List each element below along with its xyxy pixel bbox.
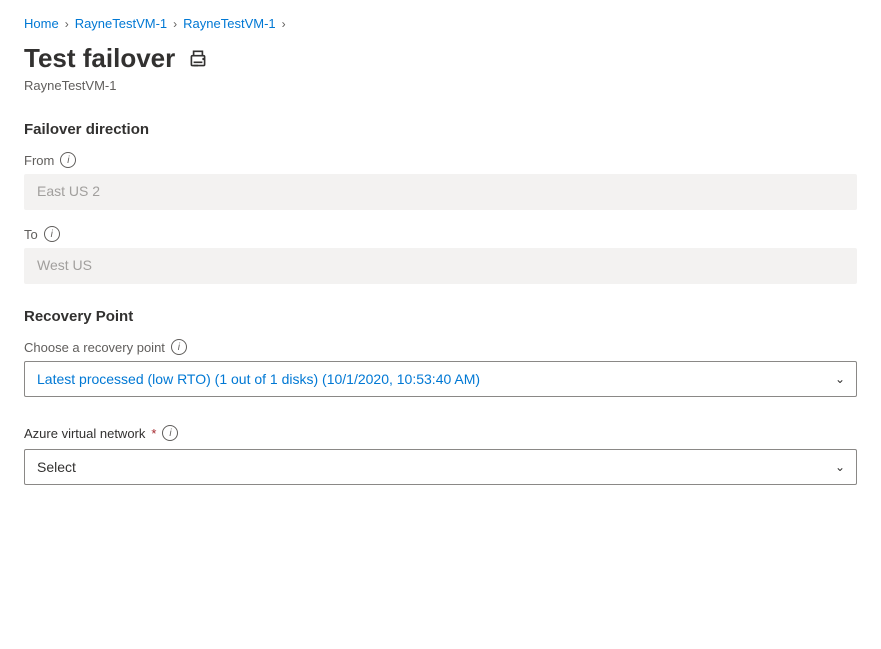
to-label: To i (24, 226, 857, 242)
failover-direction-section: Failover direction From i East US 2 To i… (24, 121, 857, 284)
azure-vn-required-star: * (151, 426, 156, 441)
to-field-group: To i West US (24, 226, 857, 284)
breadcrumb: Home › RayneTestVM-1 › RayneTestVM-1 › (24, 16, 857, 31)
from-value: East US 2 (24, 174, 857, 210)
from-info-icon[interactable]: i (60, 152, 76, 168)
azure-vn-dropdown-container: Select ⌄ (24, 449, 857, 485)
page-header: Test failover (24, 43, 857, 74)
recovery-point-dropdown[interactable]: Latest processed (low RTO) (1 out of 1 d… (24, 361, 857, 397)
page-subtitle: RayneTestVM-1 (24, 78, 857, 93)
breadcrumb-vm-1[interactable]: RayneTestVM-1 (75, 16, 167, 31)
recovery-point-dropdown-container: Latest processed (low RTO) (1 out of 1 d… (24, 361, 857, 397)
breadcrumb-sep-1: › (65, 17, 69, 31)
recovery-point-dropdown-value: Latest processed (low RTO) (1 out of 1 d… (37, 371, 480, 387)
breadcrumb-sep-2: › (173, 17, 177, 31)
to-value: West US (24, 248, 857, 284)
azure-vn-label-text: Azure virtual network (24, 426, 145, 441)
azure-vn-dropdown-placeholder: Select (37, 459, 76, 475)
choose-recovery-field-group: Choose a recovery point i Latest process… (24, 339, 857, 397)
azure-vn-info-icon[interactable]: i (162, 425, 178, 441)
failover-direction-title: Failover direction (24, 121, 857, 138)
from-label-text: From (24, 153, 54, 168)
choose-recovery-label-text: Choose a recovery point (24, 340, 165, 355)
choose-recovery-label: Choose a recovery point i (24, 339, 857, 355)
from-field-group: From i East US 2 (24, 152, 857, 210)
print-icon[interactable] (187, 48, 209, 70)
breadcrumb-home[interactable]: Home (24, 16, 59, 31)
recovery-point-title: Recovery Point (24, 308, 857, 325)
azure-vn-label: Azure virtual network * i (24, 425, 857, 441)
to-info-icon[interactable]: i (44, 226, 60, 242)
breadcrumb-sep-3: › (282, 17, 286, 31)
from-label: From i (24, 152, 857, 168)
to-label-text: To (24, 227, 38, 242)
recovery-point-section: Recovery Point Choose a recovery point i… (24, 308, 857, 397)
azure-vn-dropdown[interactable]: Select (24, 449, 857, 485)
breadcrumb-vm-2[interactable]: RayneTestVM-1 (183, 16, 275, 31)
azure-vn-section: Azure virtual network * i Select ⌄ (24, 425, 857, 485)
page-title: Test failover (24, 43, 175, 74)
choose-recovery-info-icon[interactable]: i (171, 339, 187, 355)
